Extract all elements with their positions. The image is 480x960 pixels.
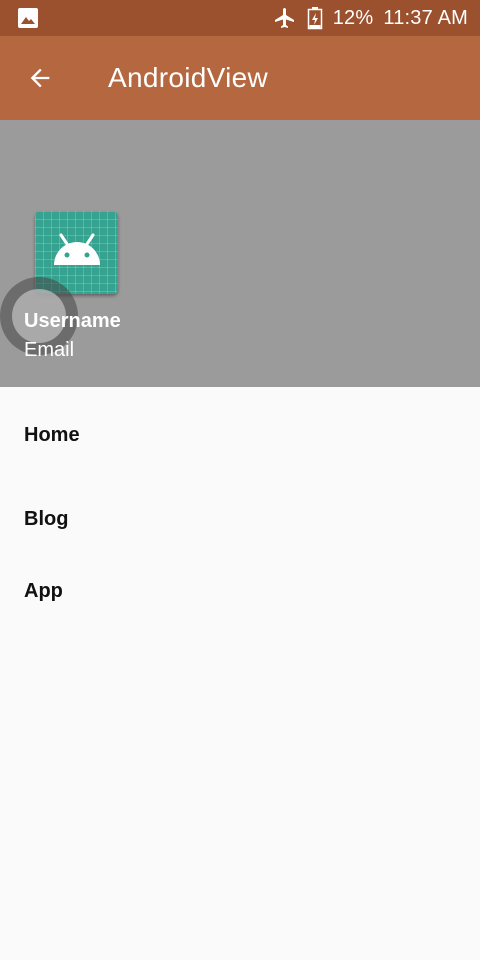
menu-item-label: Home (24, 423, 80, 446)
profile-avatar[interactable] (35, 211, 118, 294)
drawer-header: Username Email (0, 120, 480, 387)
drawer-email: Email (24, 339, 75, 361)
status-indicators: 12% 11:37 AM (273, 0, 468, 36)
drawer-username: Username (24, 310, 121, 332)
arrow-back-icon (30, 68, 50, 88)
back-button[interactable] (20, 58, 60, 98)
battery-charging-icon (307, 6, 323, 30)
page-title: AndroidView (108, 62, 268, 93)
airplane-mode-icon (273, 6, 297, 30)
battery-percentage: 12% (332, 6, 374, 29)
navigation-menu: Home Blog App (0, 387, 480, 627)
status-bar: 12% 11:37 AM (0, 0, 480, 36)
clock: 11:37 AM (383, 6, 468, 29)
menu-item-blog[interactable]: Blog (0, 483, 480, 555)
menu-item-label: App (24, 579, 63, 602)
app-bar: AndroidView (0, 36, 480, 120)
menu-item-label: Blog (24, 507, 69, 530)
menu-item-home[interactable]: Home (0, 387, 480, 483)
screen: 12% 11:37 AM AndroidView Username Email (0, 0, 480, 960)
menu-item-app[interactable]: App (0, 555, 480, 627)
android-launcher-icon (54, 233, 100, 265)
image-notification-icon (17, 7, 39, 29)
